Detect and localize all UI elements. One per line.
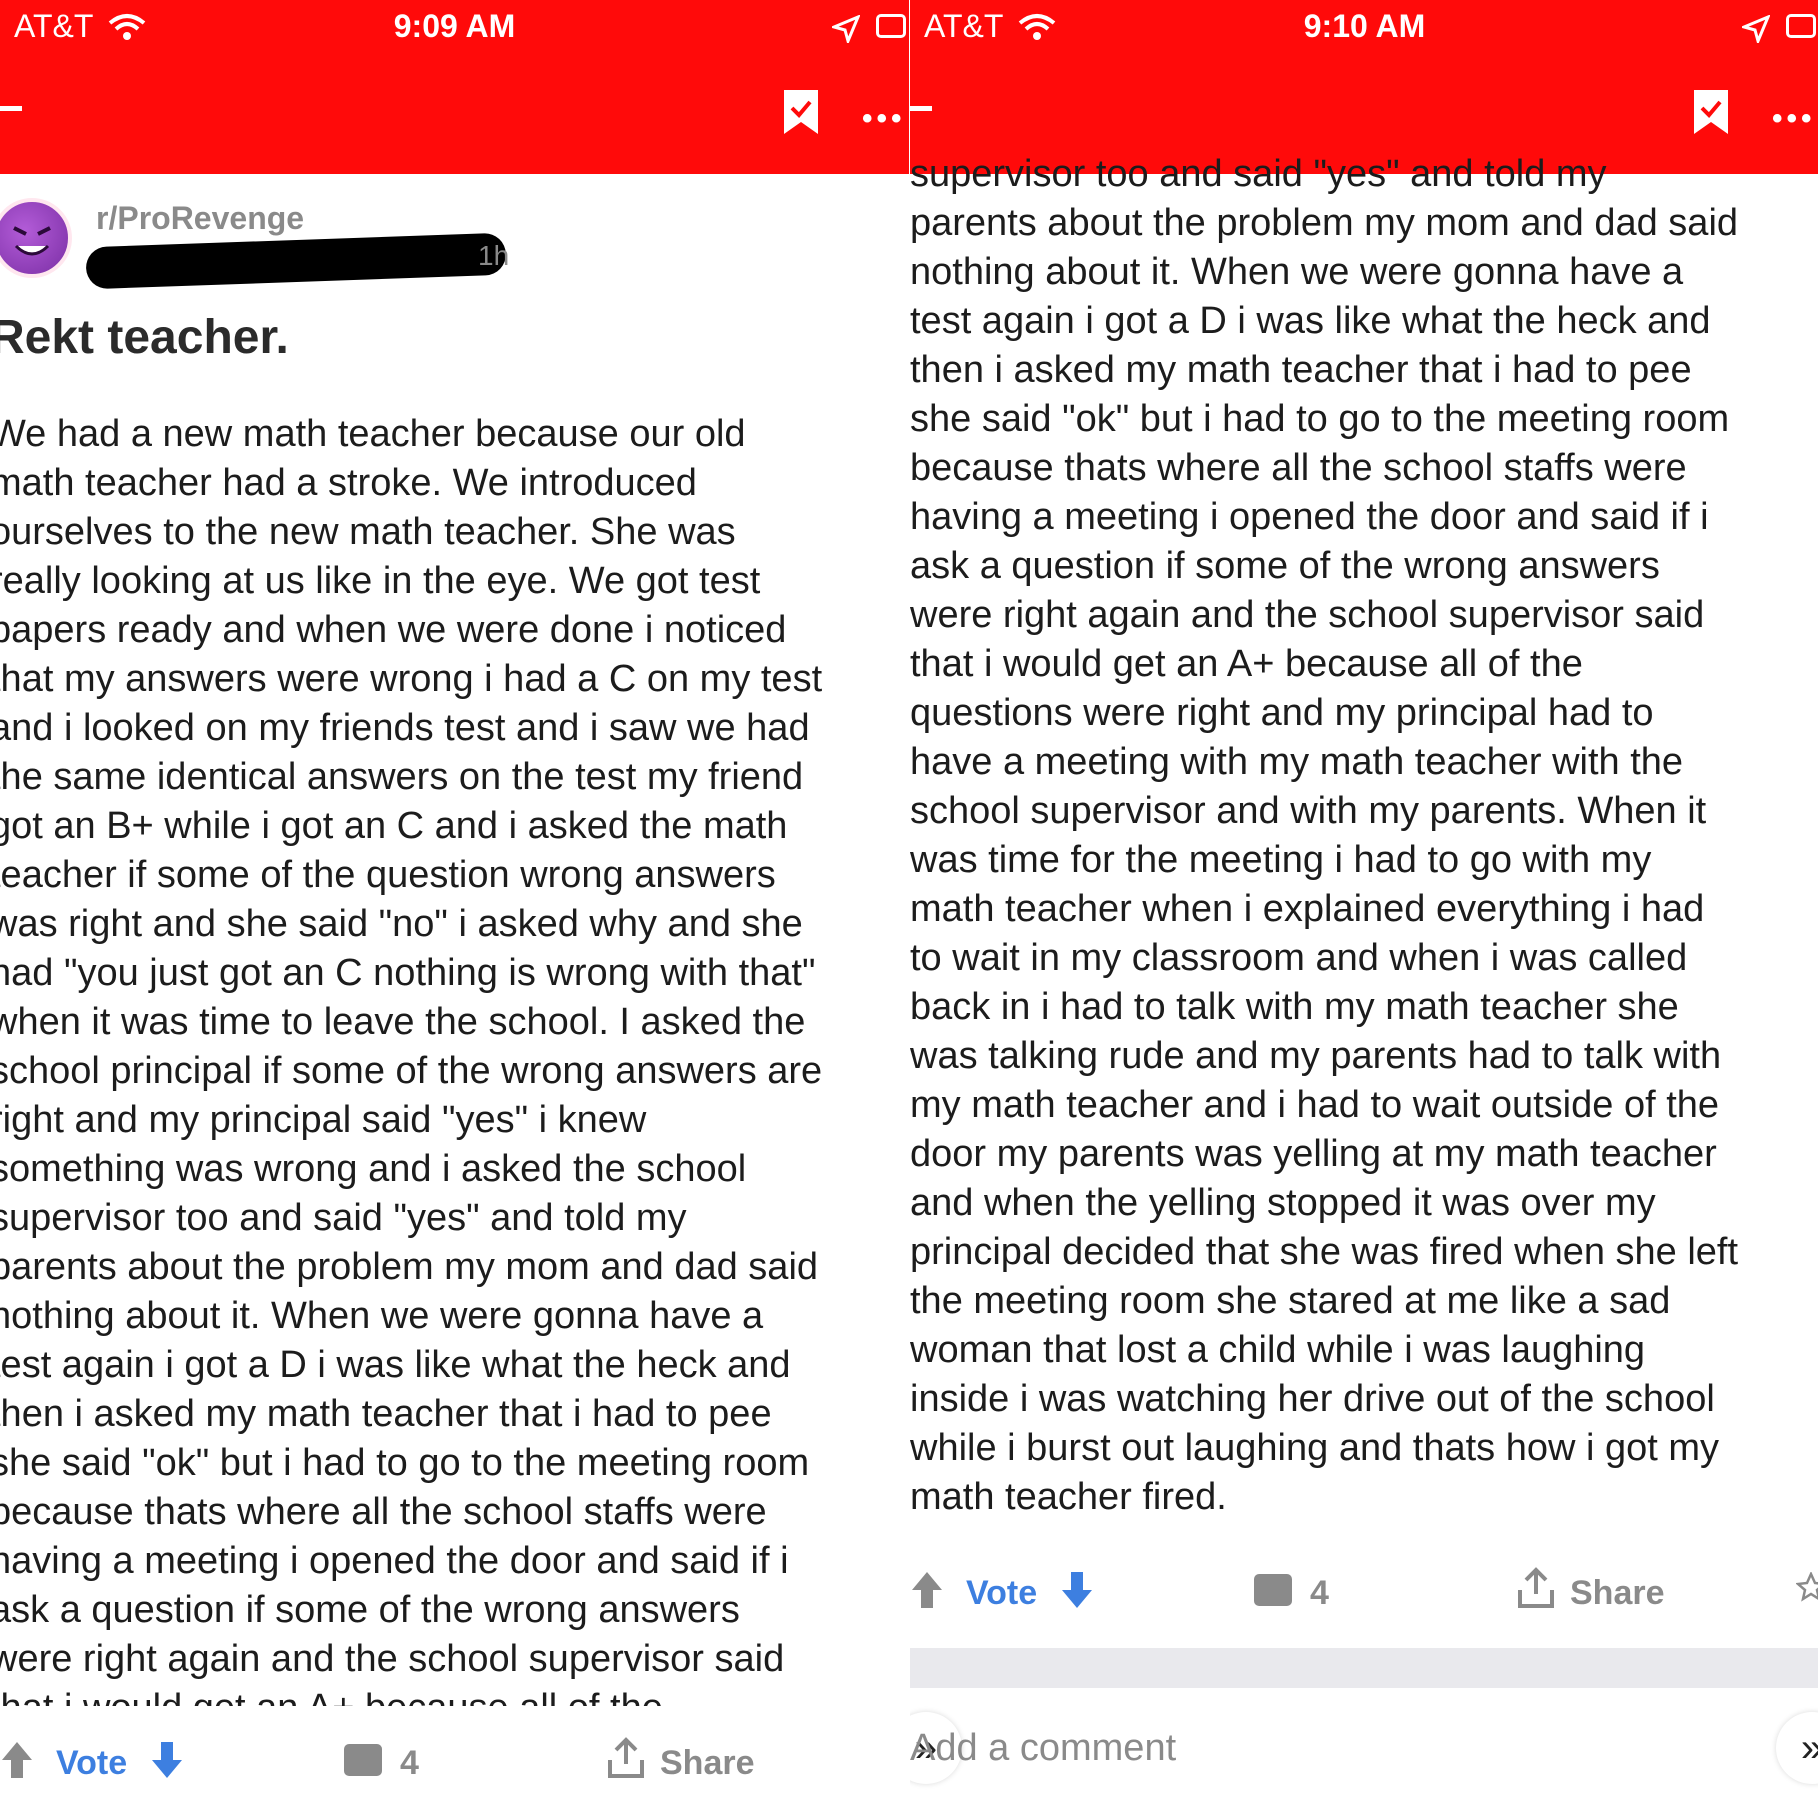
body-line: nothing about it. When we were gonna hav…	[0, 1295, 764, 1337]
body-line: and when the yelling stopped it was over…	[910, 1182, 1656, 1224]
body-line: teacher if some of the question wrong an…	[0, 854, 776, 896]
comment-count: 4	[1310, 1574, 1329, 1612]
share-button[interactable]: Share	[1570, 1574, 1665, 1613]
body-line: she said "ok" but i had to go to the mee…	[0, 1442, 810, 1484]
award-icon[interactable]	[1795, 1570, 1818, 1610]
body-line: the same identical answers on the test m…	[0, 756, 804, 798]
comment-bar: » Add a comment »	[910, 1708, 1818, 1796]
body-line: really looking at us like in the eye. We…	[0, 560, 761, 602]
share-icon[interactable]	[1514, 1566, 1558, 1619]
share-button[interactable]: Share	[660, 1744, 755, 1783]
bookmark-check-icon[interactable]	[782, 88, 820, 141]
body-line: when it was time to leave the school. I …	[0, 1001, 806, 1043]
avatar[interactable]	[0, 198, 72, 278]
post-body: We had a new math teacher because our ol…	[0, 410, 890, 1706]
body-line: inside i was watching her drive out of t…	[910, 1378, 1715, 1420]
body-line: having a meeting i opened the door and s…	[0, 1540, 789, 1582]
body-line: something was wrong and i asked the scho…	[0, 1148, 747, 1190]
body-line: back in i had to talk with my math teach…	[910, 986, 1679, 1028]
location-arrow-icon	[829, 14, 861, 51]
status-time: 9:10 AM	[1303, 8, 1426, 44]
status-bar: AT&T 9:10 AM	[910, 0, 1818, 56]
body-line: math teacher had a stroke. We introduced	[0, 462, 697, 504]
body-line: principal decided that she was fired whe…	[910, 1231, 1739, 1273]
body-line: then i asked my math teacher that i had …	[910, 349, 1692, 391]
body-line: that i would get an A+ because all of th…	[910, 643, 1583, 685]
body-line: because thats where all the school staff…	[910, 447, 1687, 489]
body-line: parents about the problem my mom and dad…	[910, 202, 1739, 244]
body-line: nothing about it. When we were gonna hav…	[910, 251, 1684, 293]
body-line: then i asked my math teacher that i had …	[0, 1393, 772, 1435]
body-line: woman that lost a child while i was laug…	[910, 1329, 1646, 1371]
screenshot-left: AT&T 9:09 AM ••• r/ProRevenge 1h Rekt te…	[0, 0, 909, 1818]
post-actions: Vote 4 Share	[910, 1560, 1818, 1630]
post-title: Rekt teacher.	[0, 311, 289, 364]
comment-bubble-icon[interactable]	[1254, 1574, 1292, 1606]
body-line: school principal if some of the wrong an…	[0, 1050, 823, 1092]
back-arrow-icon[interactable]	[910, 106, 932, 111]
body-line: ask a question if some of the wrong answ…	[0, 1589, 740, 1631]
more-dots-icon[interactable]: •••	[1772, 102, 1816, 136]
body-line: test again i got a D i was like what the…	[0, 1344, 791, 1386]
body-line: the meeting room she stared at me like a…	[910, 1280, 1671, 1322]
body-line: supervisor too and said "yes" and told m…	[0, 1197, 687, 1239]
body-line: to wait in my classroom and when i was c…	[910, 937, 1688, 979]
bookmark-check-icon[interactable]	[1692, 88, 1730, 141]
more-dots-icon[interactable]: •••	[862, 102, 906, 136]
downvote-arrow-icon[interactable]	[150, 1740, 184, 1789]
upvote-arrow-icon[interactable]	[0, 1740, 34, 1789]
body-line: was talking rude and my parents had to t…	[910, 1035, 1722, 1077]
battery-icon	[876, 14, 906, 38]
upvote-arrow-icon[interactable]	[910, 1570, 944, 1619]
body-line: were right again and the school supervis…	[910, 594, 1705, 636]
body-line: supervisor too and said "yes" and told m…	[910, 153, 1607, 195]
body-line: having a meeting i opened the door and s…	[910, 496, 1709, 538]
body-line: school supervisor and with my parents. W…	[910, 790, 1707, 832]
vote-label: Vote	[966, 1574, 1038, 1612]
subreddit-link[interactable]: r/ProRevenge	[96, 200, 304, 237]
body-line: door my parents was yelling at my math t…	[910, 1133, 1717, 1175]
body-line: while i burst out laughing and thats how…	[910, 1427, 1720, 1469]
body-line: We had a new math teacher because our ol…	[0, 413, 746, 455]
body-line: were right again and the school supervis…	[0, 1638, 785, 1680]
vote-label: Vote	[56, 1744, 128, 1782]
status-bar: AT&T 9:09 AM	[0, 0, 909, 56]
body-line: had "you just got an C nothing is wrong …	[0, 952, 816, 994]
status-time: 9:09 AM	[393, 8, 516, 44]
body-line: got an B+ while i got an C and i asked t…	[0, 805, 788, 847]
redacted-username	[85, 232, 507, 290]
comment-count: 4	[400, 1744, 419, 1782]
post-age: 1h	[478, 240, 510, 271]
body-line: parents about the problem my mom and dad…	[0, 1246, 819, 1288]
body-line: questions were right and my principal ha…	[910, 692, 1654, 734]
post-body: supervisor too and said "yes" and told m…	[910, 150, 1810, 1522]
body-line: that i would get an A+ because all of th…	[0, 1684, 890, 1706]
body-line: was right and she said "no" i asked why …	[0, 903, 803, 945]
body-line: she said "ok" but i had to go to the mee…	[910, 398, 1730, 440]
body-line: my math teacher and i had to wait outsid…	[910, 1084, 1720, 1126]
section-divider	[910, 1648, 1818, 1688]
body-line: have a meeting with my math teacher with…	[910, 741, 1684, 783]
back-arrow-icon[interactable]	[0, 106, 22, 111]
location-arrow-icon	[1739, 14, 1771, 51]
body-line: ask a question if some of the wrong answ…	[910, 545, 1660, 587]
toolbar: •••	[0, 56, 909, 174]
comment-bubble-icon[interactable]	[344, 1744, 382, 1776]
body-line: math teacher when i explained everything…	[910, 888, 1705, 930]
body-line: test again i got a D i was like what the…	[910, 300, 1711, 342]
battery-icon	[1786, 14, 1816, 38]
body-line: and i looked on my friends test and i sa…	[0, 707, 810, 749]
body-line: math teacher fired.	[910, 1476, 1227, 1518]
downvote-arrow-icon[interactable]	[1060, 1570, 1094, 1619]
body-line: papers ready and when we were done i not…	[0, 609, 787, 651]
body-line: right and my principal said "yes" i knew	[0, 1099, 647, 1141]
body-line: that my answers were wrong i had a C on …	[0, 658, 823, 700]
body-line: ourselves to the new math teacher. She w…	[0, 511, 736, 553]
body-line: was time for the meeting i had to go wit…	[910, 839, 1652, 881]
comment-input[interactable]: Add a comment	[910, 1714, 1790, 1782]
screenshot-right: AT&T 9:10 AM ••• supervisor too and said…	[909, 0, 1818, 1818]
post-actions: Vote 4 Share	[0, 1730, 909, 1800]
share-icon[interactable]	[604, 1736, 648, 1789]
body-line: because thats where all the school staff…	[0, 1491, 767, 1533]
